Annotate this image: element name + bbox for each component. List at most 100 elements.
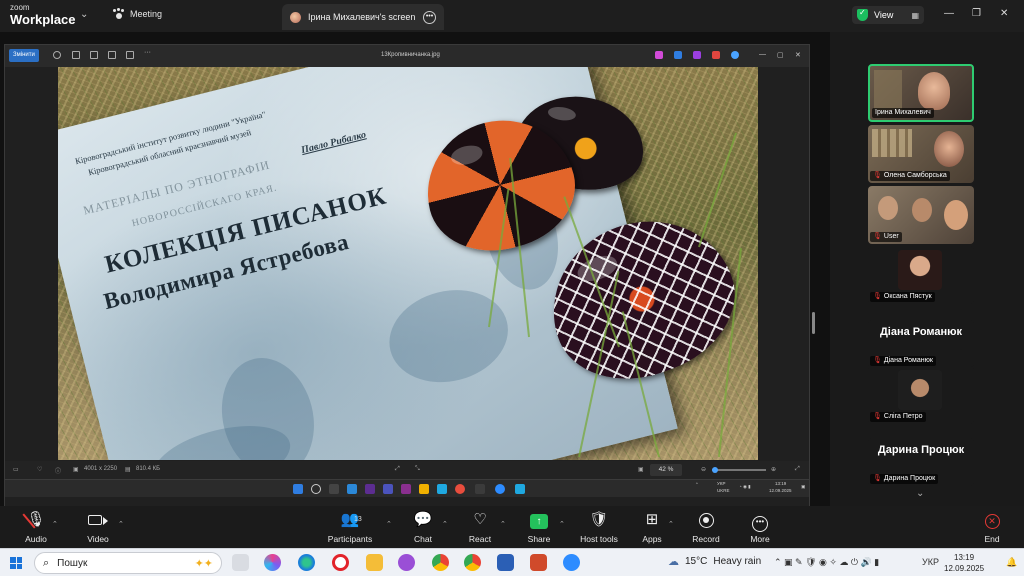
app-icon[interactable] [347, 484, 357, 494]
crop-icon[interactable] [108, 51, 116, 59]
fit-icon[interactable]: ⤢ [395, 466, 400, 473]
remote-lang2: UKRE [717, 488, 730, 493]
word-icon[interactable] [497, 554, 514, 571]
app-icon[interactable] [365, 484, 375, 494]
close-icon[interactable]: ✕ [1000, 8, 1008, 19]
copilot-icon[interactable] [264, 554, 281, 571]
participant-tile[interactable]: Ірина Михалевич [868, 64, 974, 122]
participant-tile[interactable]: 🎙 Оксана Пястук [868, 246, 974, 304]
zoom-in-icon[interactable]: ⊕ [771, 466, 776, 473]
photos-icon[interactable] [515, 484, 525, 494]
file-explorer-icon[interactable] [366, 554, 383, 571]
end-meeting-button[interactable]: ✕ End [964, 510, 1020, 544]
rotate-icon[interactable] [53, 51, 61, 59]
participant-name-label: Дарина Процюк [883, 475, 936, 482]
teams-icon[interactable] [383, 484, 393, 494]
avatar [898, 250, 942, 290]
notification-icon[interactable]: 🔔 [1006, 557, 1017, 568]
widgets-icon[interactable] [232, 554, 249, 571]
fit-window-icon[interactable]: ▣ [638, 466, 644, 473]
chevron-down-icon[interactable]: ⌄ [916, 488, 924, 499]
more-label: More [750, 534, 770, 544]
fullscreen-icon[interactable]: ⤢ [795, 466, 800, 473]
more-icon[interactable]: ··· [144, 49, 151, 56]
app-icon[interactable] [475, 484, 485, 494]
photo-viewer-toolbar: Змінити ··· 13Кропивничанка.jpg — ▢ ✕ [5, 45, 809, 67]
zoom-out-icon[interactable]: ⊖ [701, 466, 706, 473]
delete-icon[interactable] [72, 51, 80, 59]
weather-widget[interactable]: ☁ 15°C Heavy rain [668, 555, 761, 568]
chevron-up-icon[interactable]: ⌃ [500, 520, 506, 528]
chrome-icon[interactable] [464, 554, 481, 571]
participants-button[interactable]: 👥 13 Participants [322, 510, 378, 544]
participant-tile[interactable]: 🎙 Сліга Петро [868, 366, 974, 424]
edge-icon[interactable] [298, 554, 315, 571]
share-icon[interactable] [126, 51, 134, 59]
avatar [898, 370, 942, 410]
participant-tile[interactable]: Діана Романюк 🎙 Діана Романюк [868, 320, 974, 368]
close-icon[interactable]: ✕ [795, 51, 801, 59]
remote-date: 12.09.2025 [769, 488, 792, 493]
participant-tile[interactable]: Дарина Процюк 🎙 Дарина Процюк [868, 438, 974, 486]
zoom-icon[interactable] [495, 484, 505, 494]
zoom-level-select[interactable]: 42 % [650, 464, 682, 476]
powerpoint-icon[interactable] [530, 554, 547, 571]
clock-time: 13:19 [954, 553, 975, 562]
onedrive-icon[interactable] [731, 51, 739, 59]
chevron-down-icon[interactable]: ⌄ [80, 9, 88, 20]
chrome-icon[interactable] [432, 554, 449, 571]
more-button[interactable]: ••• More [732, 510, 788, 544]
edit-pen-icon[interactable] [674, 51, 682, 59]
opera-icon[interactable] [455, 484, 465, 494]
filmstrip-icon[interactable]: ▭ [13, 466, 19, 473]
weather-condition: Heavy rain [713, 556, 762, 567]
minimize-icon[interactable]: — [759, 51, 766, 58]
more-options-icon[interactable]: ••• [423, 10, 436, 24]
tray-icons[interactable]: ⌃ ▣ ✎ 🛡 ◉ ✧ ☁ ⏻ 🔊 ▮ [774, 557, 879, 568]
zoom-slider[interactable] [712, 467, 766, 473]
zoom-logo[interactable]: zoom Workplace [10, 4, 76, 27]
meeting-tab[interactable]: Meeting [112, 8, 162, 20]
chevron-up-icon[interactable]: ⌃ [442, 520, 448, 528]
windows-start-icon[interactable] [293, 484, 303, 494]
chevron-up-icon[interactable]: ⌃ [118, 520, 124, 528]
shared-screen-tab[interactable]: Ірина Михалевич's screen ••• [282, 4, 444, 30]
edit-button[interactable]: Змінити [9, 49, 39, 62]
chevron-up-icon[interactable]: ⌃ [668, 520, 674, 528]
maximize-icon[interactable]: ▢ [777, 51, 784, 59]
input-language[interactable]: УКР [922, 557, 939, 567]
opera-icon[interactable] [332, 554, 349, 571]
copilot-icon[interactable] [655, 51, 663, 59]
participant-name-label: User [883, 233, 899, 240]
clipchamp-icon[interactable] [712, 51, 720, 59]
restore-icon[interactable]: ❐ [972, 8, 981, 19]
participant-tile[interactable]: 🎙 User [868, 186, 974, 244]
search-icon[interactable] [311, 484, 321, 494]
zoom-icon[interactable] [563, 554, 580, 571]
network-icon: ◔ ◉ ▮ [739, 484, 751, 489]
viber-icon[interactable] [398, 554, 415, 571]
displayed-photo: Кіровоградський інститут розвитку людини… [58, 67, 758, 460]
taskbar-search[interactable]: ⌕ Пошук ✦✦ [34, 552, 222, 574]
system-clock[interactable]: 13:19 12.09.2025 [944, 552, 984, 574]
designer-icon[interactable] [693, 51, 701, 59]
resize-handle[interactable] [812, 312, 815, 334]
chevron-up-icon[interactable]: ⌃ [559, 520, 565, 528]
app-icon[interactable] [401, 484, 411, 494]
view-button[interactable]: View ▦ [852, 6, 924, 24]
print-icon[interactable] [90, 51, 98, 59]
actual-size-icon[interactable]: ⤡ [415, 466, 420, 473]
heart-icon[interactable]: ♡ [37, 466, 42, 473]
participant-name-label: Сліга Петро [883, 413, 923, 420]
minimize-icon[interactable]: — [944, 8, 954, 19]
windows-start-icon[interactable] [10, 557, 22, 569]
host-tools-button[interactable]: 🛡 Host tools [571, 510, 627, 544]
participant-tile[interactable]: 🎙 Олена Самборська [868, 125, 974, 183]
chevron-up-icon[interactable]: ⌃ [52, 520, 58, 528]
record-button[interactable]: Record [678, 510, 734, 544]
info-icon[interactable]: ⓘ [55, 466, 61, 475]
folder-icon[interactable] [419, 484, 429, 494]
chevron-up-icon[interactable]: ⌃ [386, 520, 392, 528]
photos-icon[interactable] [437, 484, 447, 494]
task-view-icon[interactable] [329, 484, 339, 494]
